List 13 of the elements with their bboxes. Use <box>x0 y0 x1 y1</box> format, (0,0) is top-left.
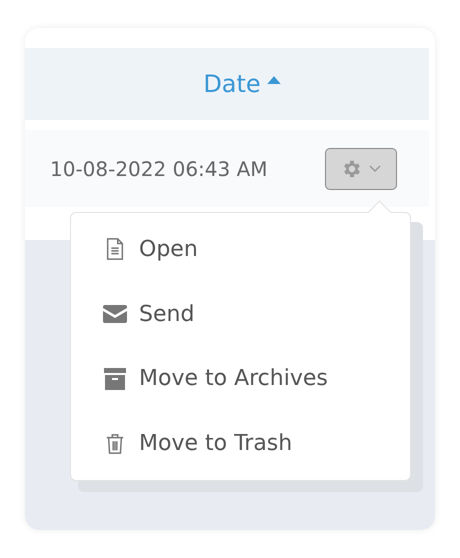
menu-item-label: Open <box>139 236 198 262</box>
menu-item[interactable]: Open <box>71 219 410 280</box>
actions-button[interactable] <box>325 148 397 190</box>
menu-item[interactable]: Move to Archives <box>71 348 410 409</box>
chevron-down-icon <box>369 164 381 172</box>
menu-item-label: Move to Trash <box>139 431 292 456</box>
menu-item[interactable]: Send <box>71 284 410 344</box>
menu-item-label: Move to Archives <box>139 366 328 392</box>
date-cell: 10-08-2022 06:43 AM <box>50 156 268 180</box>
menu-item[interactable]: Move to Trash <box>71 414 410 474</box>
envelope-icon <box>103 305 127 324</box>
archive-box-icon <box>103 368 127 390</box>
menu-item-label: Send <box>139 302 194 327</box>
